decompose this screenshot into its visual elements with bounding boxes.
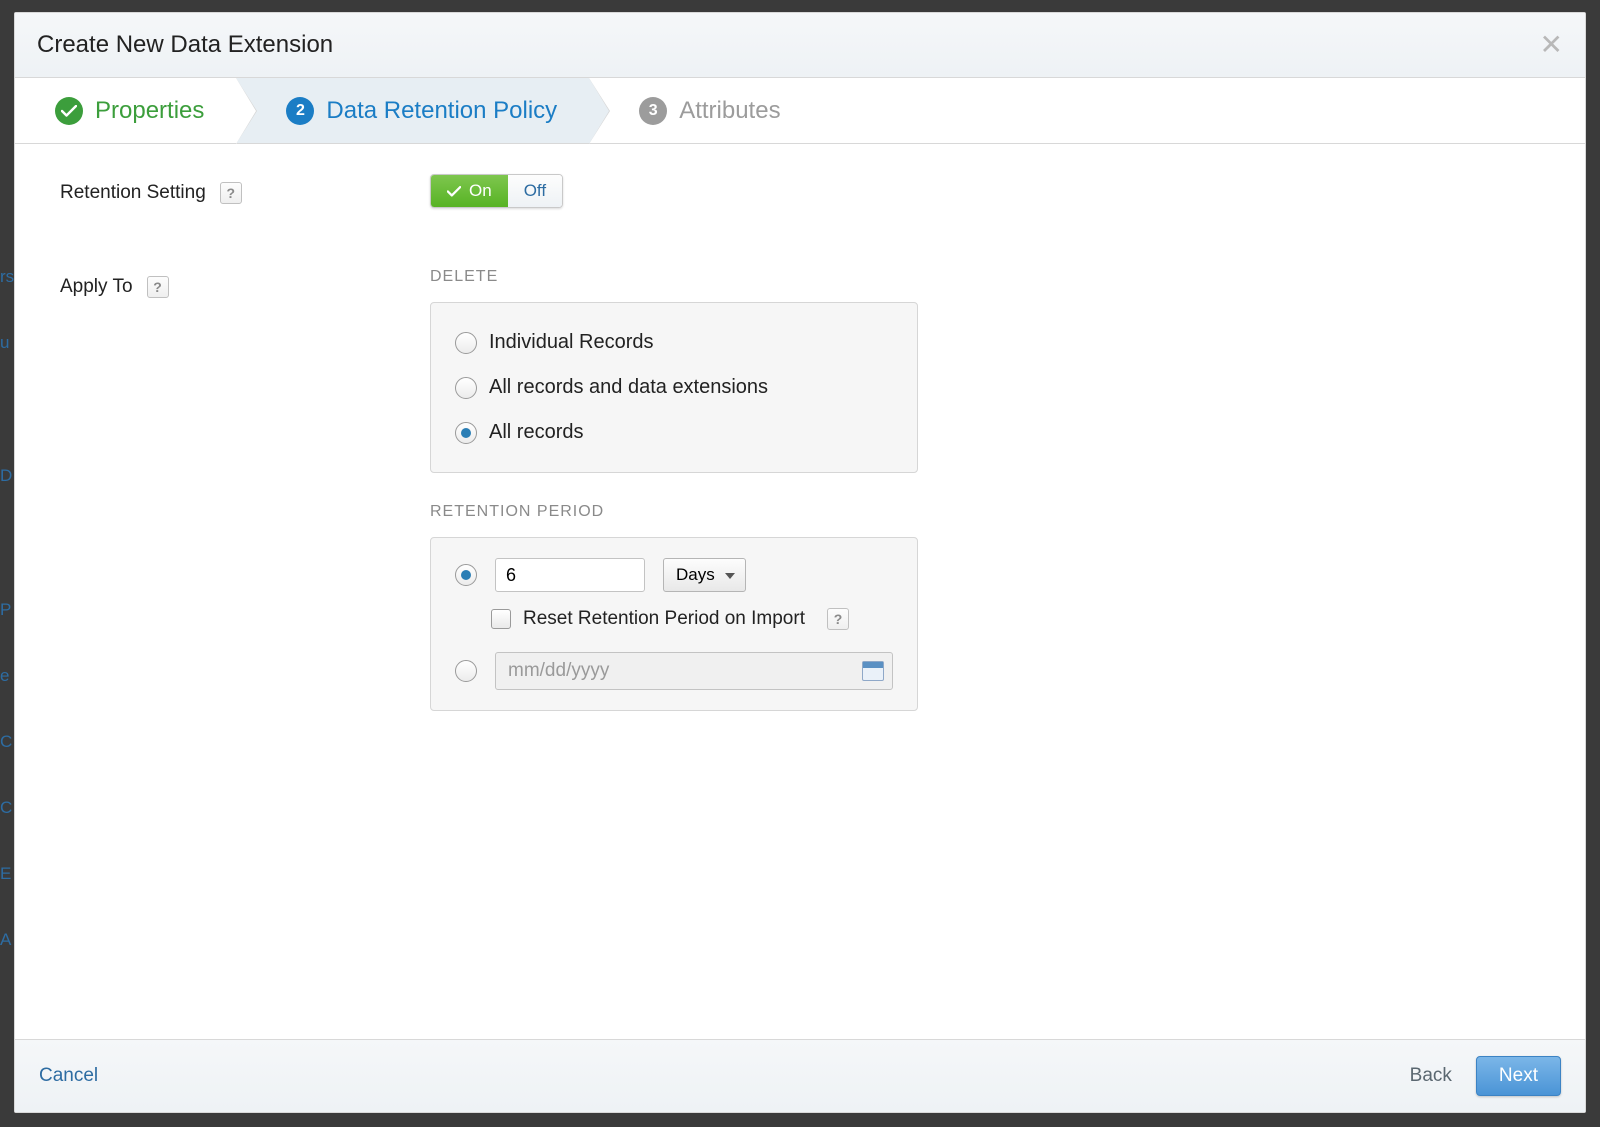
check-icon — [55, 97, 83, 125]
help-icon[interactable]: ? — [147, 276, 169, 298]
radio-icon[interactable] — [455, 660, 477, 682]
delete-option-individual[interactable]: Individual Records — [455, 323, 893, 362]
wizard-step-label: Attributes — [679, 97, 780, 125]
calendar-icon[interactable] — [862, 661, 884, 681]
wizard-step-attributes[interactable]: 3 Attributes — [589, 78, 1585, 143]
toggle-on[interactable]: On — [431, 175, 508, 207]
wizard-step-label: Properties — [95, 97, 204, 125]
checkbox-icon — [491, 609, 511, 629]
toggle-off[interactable]: Off — [508, 175, 562, 207]
delete-section-title: DELETE — [430, 268, 918, 286]
retention-setting-label: Retention Setting — [60, 182, 206, 204]
radio-label: All records — [489, 421, 583, 444]
close-icon[interactable]: ✕ — [1540, 31, 1563, 59]
wizard-step-data-retention[interactable]: 2 Data Retention Policy — [236, 78, 589, 143]
retention-period-panel: Days Reset Retention Period on Import ? … — [430, 537, 918, 711]
toggle-on-label: On — [469, 181, 492, 201]
delete-option-all-records[interactable]: All records — [455, 413, 893, 452]
step-number-badge: 2 — [286, 97, 314, 125]
delete-option-all-records-and-de[interactable]: All records and data extensions — [455, 368, 893, 407]
radio-icon — [455, 422, 477, 444]
reset-on-import-label: Reset Retention Period on Import — [523, 608, 805, 630]
help-icon[interactable]: ? — [827, 608, 849, 630]
check-icon — [447, 186, 461, 197]
step-number-badge: 3 — [639, 97, 667, 125]
delete-panel: Individual Records All records and data … — [430, 302, 918, 473]
next-button[interactable]: Next — [1476, 1056, 1561, 1096]
period-unit-value: Days — [676, 565, 715, 585]
radio-icon — [455, 377, 477, 399]
retention-period-section-title: RETENTION PERIOD — [430, 503, 918, 521]
modal-footer: Cancel Back Next — [15, 1039, 1585, 1112]
apply-to-label: Apply To — [60, 276, 133, 298]
retention-setting-row: Retention Setting ? On Off — [60, 174, 1540, 208]
back-button[interactable]: Back — [1410, 1065, 1452, 1087]
create-data-extension-modal: Create New Data Extension ✕ Properties 2… — [14, 12, 1586, 1113]
toggle-off-label: Off — [524, 181, 546, 201]
retention-date-input[interactable]: mm/dd/yyyy — [495, 652, 893, 690]
modal-body: Retention Setting ? On Off Apply To ? — [15, 144, 1585, 1039]
radio-icon[interactable] — [455, 564, 477, 586]
radio-label: Individual Records — [489, 331, 654, 354]
radio-icon — [455, 332, 477, 354]
period-duration-input[interactable] — [495, 558, 645, 592]
modal-header: Create New Data Extension ✕ — [15, 13, 1585, 78]
reset-on-import-row[interactable]: Reset Retention Period on Import ? — [491, 608, 893, 630]
wizard-step-label: Data Retention Policy — [326, 97, 557, 125]
wizard-steps: Properties 2 Data Retention Policy 3 Att… — [15, 78, 1585, 144]
period-unit-select[interactable]: Days — [663, 558, 746, 592]
wizard-step-properties[interactable]: Properties — [15, 78, 236, 143]
retention-toggle[interactable]: On Off — [430, 174, 563, 208]
date-input-placeholder: mm/dd/yyyy — [508, 660, 609, 682]
cancel-button[interactable]: Cancel — [39, 1065, 98, 1087]
radio-label: All records and data extensions — [489, 376, 768, 399]
apply-to-row: Apply To ? DELETE Individual Records All… — [60, 268, 1540, 741]
modal-title: Create New Data Extension — [37, 31, 333, 59]
help-icon[interactable]: ? — [220, 182, 242, 204]
